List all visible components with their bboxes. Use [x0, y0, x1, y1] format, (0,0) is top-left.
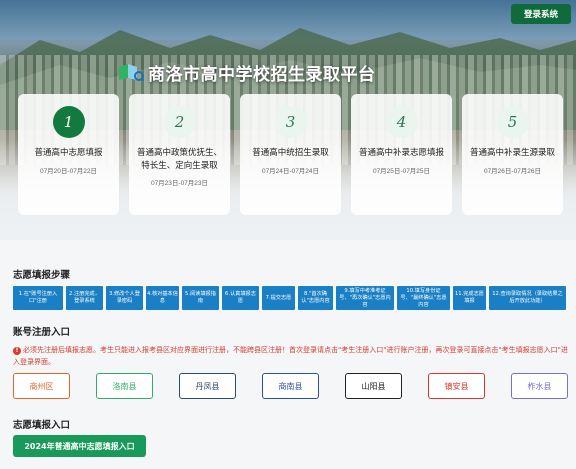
- stage-card-5[interactable]: 5 普通高中补录生源录取 07月26日-07月26日: [462, 94, 563, 215]
- login-button[interactable]: 登录系统: [511, 4, 571, 24]
- stage-number-5: 5: [496, 106, 529, 138]
- stage-number-2: 2: [163, 106, 196, 138]
- county-button-luonan[interactable]: 洛南县: [96, 373, 153, 399]
- stage-name-4: 普通高中补录志愿填报: [358, 148, 444, 158]
- steps-flow: 1.在"账号注册入口"注册 2.注册完成，登录系统 3.修改个人登录密码 4.核…: [13, 286, 573, 310]
- platform-title-row: 商洛市高中学校招生录取平台: [118, 61, 376, 85]
- register-notice: ! 必须先注册后填报志愿。考生只能进入报考县区对应界面进行注册，不能跨县区注册！首…: [13, 345, 568, 368]
- register-section-title: 账号注册入口: [13, 327, 71, 338]
- county-button-shanyang[interactable]: 山阳县: [345, 373, 402, 399]
- stage-card-3[interactable]: 3 普通高中统招生录取 07月24日-07月24日: [240, 94, 341, 215]
- county-button-zhenan[interactable]: 镇安县: [428, 373, 485, 399]
- stage-card-1[interactable]: 1 普通高中志愿填报 07月20日-07月22日: [18, 94, 119, 215]
- flow-step-5: 5.阅读填报指南: [182, 286, 219, 310]
- flow-step-9: 9.填写中考准考证号、"再次确认"志愿内容: [336, 286, 394, 310]
- school-logo-icon: [118, 63, 145, 82]
- stage-name-1: 普通高中志愿填报: [34, 148, 103, 158]
- entry-section-title: 志愿填报入口: [13, 420, 71, 431]
- flow-step-7: 7.提交志愿: [262, 286, 295, 310]
- stage-name-2: 普通高中政策优抚生、特长生、定向生录取: [136, 148, 222, 171]
- stage-cards: 1 普通高中志愿填报 07月20日-07月22日 2 普通高中政策优抚生、特长生…: [18, 94, 563, 215]
- alert-icon: !: [13, 347, 21, 355]
- county-button-shangzhou[interactable]: 商州区: [13, 373, 70, 399]
- stage-card-4[interactable]: 4 普通高中补录志愿填报 07月25日-07月25日: [351, 94, 452, 215]
- flow-step-4: 4.核对基本信息: [146, 286, 179, 310]
- flow-step-1: 1.在"账号注册入口"注册: [13, 286, 63, 310]
- county-button-danfeng[interactable]: 丹凤县: [179, 373, 236, 399]
- application-entry-button[interactable]: 2024年普通高中志愿填报入口: [13, 435, 146, 457]
- stage-date-2: 07月23日-07月23日: [150, 180, 209, 187]
- steps-section-title: 志愿填报步骤: [13, 270, 71, 281]
- stage-card-2[interactable]: 2 普通高中政策优抚生、特长生、定向生录取 07月23日-07月23日: [129, 94, 230, 215]
- stage-date-4: 07月25日-07月25日: [372, 167, 431, 175]
- county-button-shangnan[interactable]: 商南县: [262, 373, 319, 399]
- stage-number-4: 4: [385, 106, 418, 138]
- flow-step-10: 10.填写身份证号、"最终确认"志愿内容: [397, 286, 450, 310]
- flow-step-12: 12.查询录取情况（录取结果之后开放此功能）: [489, 286, 566, 310]
- stage-number-1: 1: [52, 106, 85, 138]
- flow-step-2: 2.注册完成，登录系统: [66, 286, 103, 310]
- county-button-zhashui[interactable]: 柞水县: [511, 373, 568, 399]
- flow-step-6: 6.认真填报志愿: [222, 286, 259, 310]
- stage-date-5: 07月26日-07月26日: [483, 167, 542, 175]
- flow-step-11: 11.完成志愿填报: [453, 286, 486, 310]
- stage-name-3: 普通高中统招生录取: [252, 148, 329, 158]
- platform-title: 商洛市高中学校招生录取平台: [148, 64, 376, 85]
- stage-number-3: 3: [274, 106, 307, 138]
- register-notice-text: 必须先注册后填报志愿。考生只能进入报考县区对应界面进行注册，不能跨县区注册！首次…: [13, 346, 568, 366]
- stage-date-3: 07月24日-07月24日: [261, 167, 320, 175]
- flow-step-8: 8."首次确认"志愿内容: [298, 286, 333, 310]
- flow-step-3: 3.修改个人登录密码: [106, 286, 143, 310]
- stage-date-1: 07月20日-07月22日: [39, 167, 98, 175]
- stage-name-5: 普通高中补录生源录取: [469, 148, 555, 158]
